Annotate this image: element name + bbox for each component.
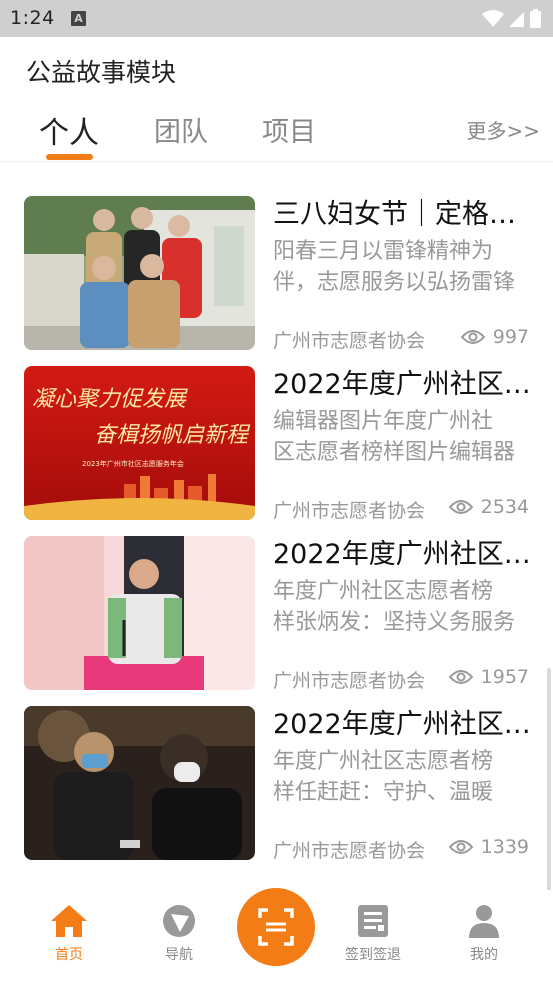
- story-thumbnail: [24, 536, 255, 690]
- eye-icon: [448, 670, 473, 684]
- status-bar: 1:24 A: [0, 0, 553, 37]
- more-link[interactable]: 更多>>: [466, 115, 540, 144]
- wifi-icon: [482, 9, 504, 27]
- story-title: 三八妇女节｜定格美好: [273, 199, 535, 230]
- story-org: 广州市志愿者协会: [273, 670, 426, 692]
- notification-icon: A: [71, 11, 86, 26]
- story-title: 2022年度广州社区志愿者: [273, 539, 535, 570]
- story-thumbnail: [24, 196, 255, 350]
- story-org: 广州市志愿者协会: [273, 330, 426, 352]
- banner-headline-1: 凝心聚力促发展: [32, 387, 188, 412]
- view-count: 1957: [448, 666, 529, 688]
- story-thumbnail: [24, 706, 255, 860]
- banner-headline-2: 奋楫扬帆启新程: [94, 423, 251, 448]
- divider: [0, 161, 553, 162]
- story-description: 编辑器图片年度广州社 区志愿者榜样图片编辑器: [273, 409, 516, 465]
- home-icon: [51, 905, 87, 937]
- signal-icon: [509, 11, 524, 27]
- nav-home-label: 首页: [55, 947, 83, 963]
- scan-icon: [258, 908, 294, 946]
- eye-icon: [448, 840, 473, 854]
- scrollbar[interactable]: [547, 668, 551, 891]
- story-description: 年度广州社区志愿者榜 样任赶赶：守护、温暖: [273, 749, 494, 805]
- tab-team[interactable]: 团队: [154, 110, 208, 149]
- nav-home[interactable]: 首页: [29, 904, 109, 964]
- tab-personal[interactable]: 个人: [39, 108, 99, 152]
- nav-navigation-label: 导航: [165, 947, 193, 963]
- nav-navigation[interactable]: 导航: [139, 904, 219, 964]
- scan-button[interactable]: [237, 888, 315, 966]
- eye-icon: [460, 330, 485, 344]
- story-org: 广州市志愿者协会: [273, 840, 426, 862]
- banner-subtitle: 2023年广州市社区志愿服务年会: [82, 459, 184, 468]
- story-card[interactable]: 凝心聚力促发展 奋楫扬帆启新程 2023年广州市社区志愿服务年会 2022年度广…: [0, 366, 553, 536]
- story-org: 广州市志愿者协会: [273, 500, 426, 522]
- nav-checkin-label: 签到签退: [345, 947, 401, 963]
- status-icons: [482, 9, 541, 28]
- checkin-icon: [358, 905, 388, 937]
- story-title: 2022年度广州社区志愿者: [273, 369, 535, 400]
- story-title: 2022年度广州社区志愿者: [273, 709, 535, 740]
- nav-mine-label: 我的: [470, 947, 498, 963]
- tab-active-indicator: [46, 154, 93, 160]
- story-description: 年度广州社区志愿者榜 样张炳发：坚持义务服务: [273, 579, 516, 635]
- nav-mine[interactable]: 我的: [444, 904, 524, 964]
- story-thumbnail: 凝心聚力促发展 奋楫扬帆启新程 2023年广州市社区志愿服务年会: [24, 366, 255, 520]
- page-title: 公益故事模块: [26, 58, 177, 87]
- story-card[interactable]: 2022年度广州社区志愿者 年度广州社区志愿者榜 样任赶赶：守护、温暖 广州市志…: [0, 706, 553, 876]
- bottom-nav: 首页 导航 签到签退 我的: [0, 888, 553, 984]
- view-count: 2534: [448, 496, 529, 518]
- story-card[interactable]: 2022年度广州社区志愿者 年度广州社区志愿者榜 样张炳发：坚持义务服务 广州市…: [0, 536, 553, 706]
- story-description: 阳春三月以雷锋精神为 伴，志愿服务以弘扬雷锋: [273, 239, 516, 295]
- user-icon: [469, 905, 499, 938]
- status-time: 1:24: [10, 7, 55, 29]
- nav-checkin[interactable]: 签到签退: [333, 904, 413, 964]
- battery-icon: [530, 9, 541, 28]
- compass-icon: [163, 905, 195, 937]
- eye-icon: [448, 500, 473, 514]
- view-count: 1339: [448, 836, 529, 858]
- tab-project[interactable]: 项目: [262, 110, 316, 149]
- story-card[interactable]: 三八妇女节｜定格美好 阳春三月以雷锋精神为 伴，志愿服务以弘扬雷锋 广州市志愿者…: [0, 196, 553, 366]
- view-count: 997: [460, 326, 529, 348]
